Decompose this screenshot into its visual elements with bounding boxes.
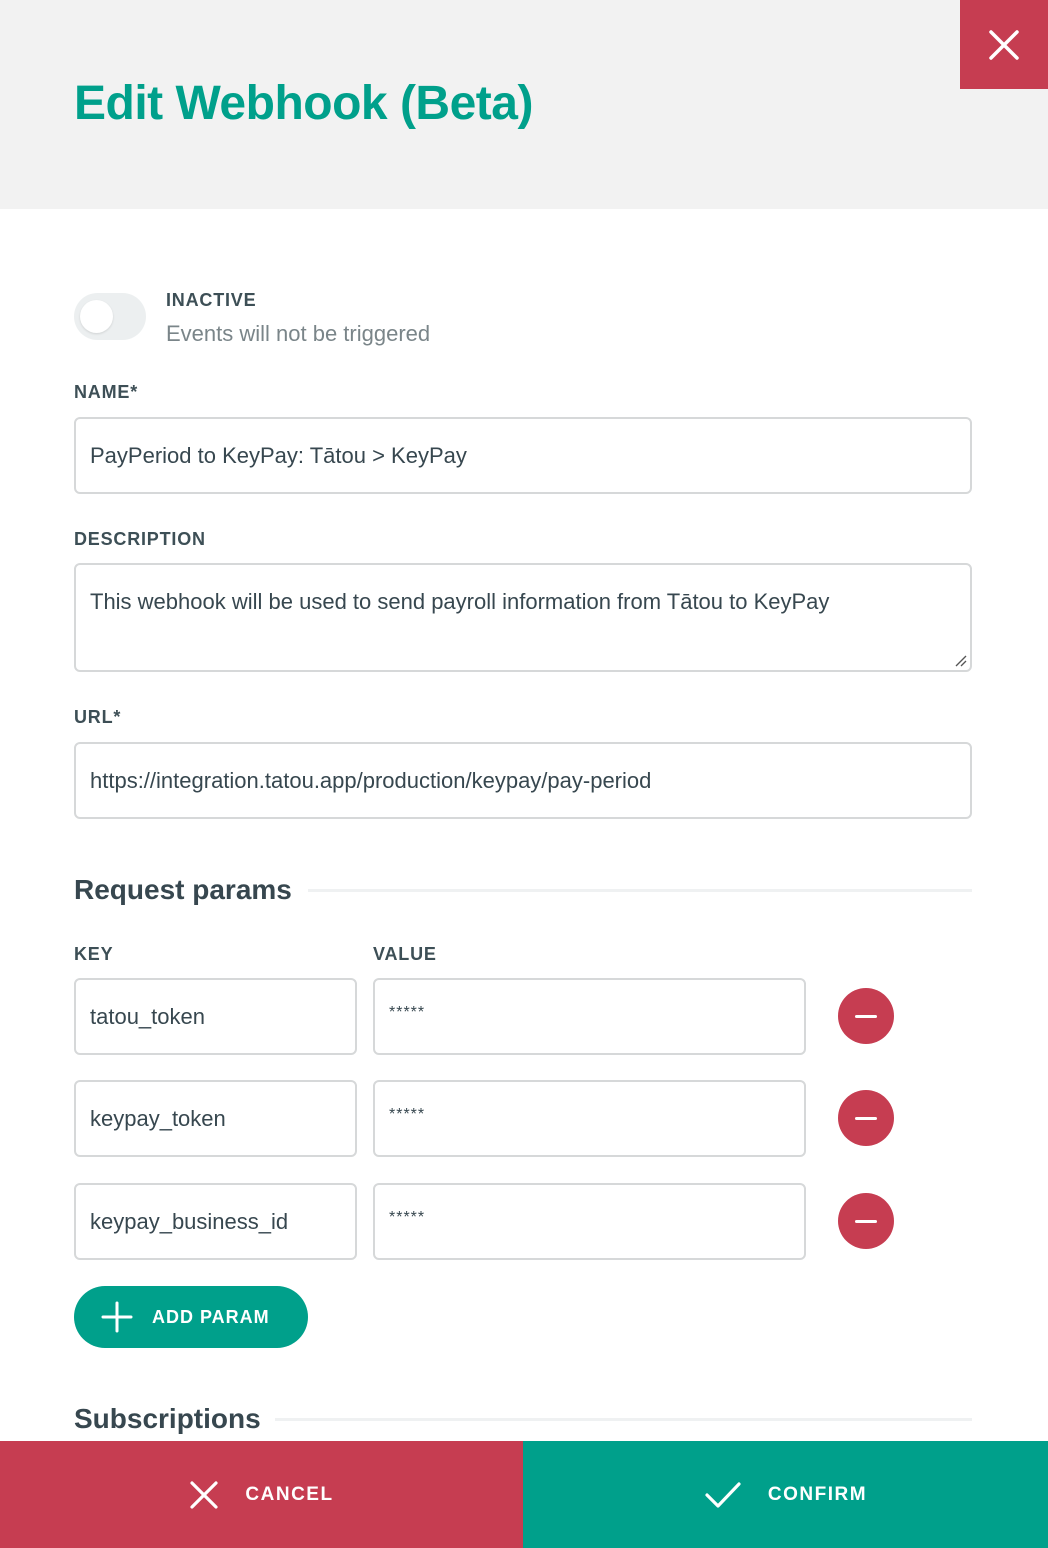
remove-param-button[interactable] bbox=[838, 1193, 894, 1249]
minus-icon bbox=[855, 1014, 877, 1018]
param-value-masked: ***** bbox=[389, 1106, 426, 1123]
param-key-value: keypay_business_id bbox=[90, 1208, 289, 1234]
add-param-label: ADD PARAM bbox=[152, 1306, 270, 1327]
remove-param-button[interactable] bbox=[838, 1090, 894, 1146]
checkmark-icon bbox=[705, 1481, 741, 1508]
request-params-title: Request params bbox=[74, 874, 292, 905]
cancel-button[interactable]: CANCEL bbox=[0, 1441, 523, 1548]
param-key-value: keypay_token bbox=[90, 1105, 226, 1131]
name-label: NAME* bbox=[74, 382, 139, 402]
param-key-input[interactable]: keypay_token bbox=[74, 1080, 357, 1157]
close-icon bbox=[989, 29, 1019, 60]
name-field-value: PayPeriod to KeyPay: Tātou > KeyPay bbox=[90, 442, 467, 468]
param-key-value: tatou_token bbox=[90, 1003, 205, 1029]
page-title: Edit Webhook (Beta) bbox=[74, 77, 533, 130]
param-value-masked: ***** bbox=[389, 1209, 426, 1226]
param-key-input[interactable]: keypay_business_id bbox=[74, 1183, 357, 1260]
description-field-value: This webhook will be used to send payrol… bbox=[90, 589, 830, 614]
param-value-input[interactable]: ***** bbox=[373, 978, 806, 1055]
param-value-input[interactable]: ***** bbox=[373, 1080, 806, 1157]
close-button[interactable] bbox=[960, 0, 1048, 89]
param-key-input[interactable]: tatou_token bbox=[74, 978, 357, 1055]
minus-icon bbox=[855, 1219, 877, 1223]
name-field[interactable]: PayPeriod to KeyPay: Tātou > KeyPay bbox=[74, 417, 972, 494]
description-label: DESCRIPTION bbox=[74, 529, 206, 549]
minus-icon bbox=[855, 1116, 877, 1120]
subscriptions-title: Subscriptions bbox=[74, 1403, 261, 1434]
url-field-value: https://integration.tatou.app/production… bbox=[90, 767, 652, 793]
active-toggle[interactable] bbox=[74, 293, 146, 340]
param-value-masked: ***** bbox=[389, 1004, 426, 1021]
status-description: Events will not be triggered bbox=[166, 321, 431, 346]
status-label: INACTIVE bbox=[166, 290, 257, 310]
toggle-knob bbox=[80, 300, 113, 333]
close-icon bbox=[190, 1480, 219, 1509]
modal-header: Edit Webhook (Beta) bbox=[0, 0, 1048, 209]
section-divider bbox=[275, 1418, 972, 1421]
cancel-label: CANCEL bbox=[245, 1483, 334, 1505]
key-column-header: KEY bbox=[74, 944, 114, 964]
confirm-label: CONFIRM bbox=[767, 1483, 868, 1505]
param-value-input[interactable]: ***** bbox=[373, 1183, 806, 1260]
plus-icon bbox=[101, 1301, 133, 1333]
section-divider bbox=[308, 889, 972, 892]
confirm-button[interactable]: CONFIRM bbox=[523, 1441, 1048, 1548]
resize-grip-icon[interactable] bbox=[953, 653, 967, 667]
url-field[interactable]: https://integration.tatou.app/production… bbox=[74, 742, 972, 819]
add-param-button[interactable]: ADD PARAM bbox=[74, 1286, 308, 1348]
value-column-header: VALUE bbox=[373, 944, 437, 964]
remove-param-button[interactable] bbox=[838, 988, 894, 1044]
description-field[interactable]: This webhook will be used to send payrol… bbox=[74, 563, 972, 672]
url-label: URL* bbox=[74, 707, 122, 727]
